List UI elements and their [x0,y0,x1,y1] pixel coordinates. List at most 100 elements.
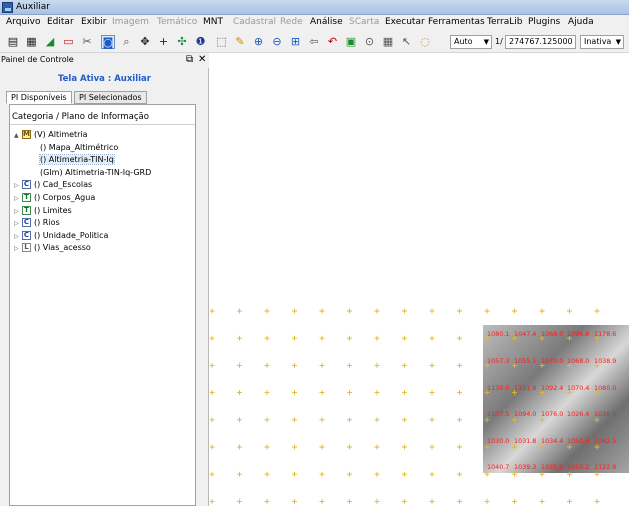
grid-point-marker [347,471,352,477]
tree-item[interactable]: ▷ C() Cad_Escolas [14,179,92,190]
map-canvas[interactable]: 1080.1 1047.4 1068.0 1096.8 1178.6 1057.3 1055… [210,53,629,506]
close-icon[interactable]: ✕ [198,54,206,65]
search-icon[interactable]: ⊙ [363,35,377,49]
add-icon[interactable]: + [157,35,171,49]
elevation-label: 1070.0 [541,357,563,365]
grid-point-marker [264,308,270,314]
elevation-raster [483,325,629,473]
grid-point-marker [347,417,352,423]
move-icon[interactable]: ✣ [175,35,189,49]
tree-item[interactable]: ▷ T() Corpos_Agua [14,192,95,203]
grid-point-marker [429,498,435,504]
collapse-icon[interactable]: ▲ [14,130,22,141]
menu-editar[interactable]: Editar [47,17,74,27]
expand-icon[interactable]: ▷ [14,231,22,242]
grid-point-marker [210,444,215,450]
grid-point-marker [457,498,462,504]
grid-point-marker [210,362,215,368]
zoom-mode-select[interactable]: Auto ▼ [450,35,492,49]
scale-input[interactable]: 274767.125000 [505,35,576,49]
elevation-label: 1030.0 [487,437,509,445]
menu-ferramentas[interactable]: Ferramentas [428,17,485,27]
grid-point-marker [292,335,297,341]
elevation-label: 1096.8 [567,330,589,338]
expand-icon[interactable]: ▷ [14,180,22,191]
tab-pi-dispon-veis[interactable]: PI Disponíveis [6,91,72,104]
grid-point-marker [237,417,242,423]
status-select[interactable]: Inativa ▼ [580,35,624,49]
menu-imagem[interactable]: Imagem [112,17,149,27]
expand-icon[interactable]: ▷ [14,243,22,254]
grid-point-marker [374,308,380,314]
layer-tree[interactable]: Categoria / Plano de Informação ▲ M (V) Al… [9,104,196,506]
menu-exibir[interactable]: Exibir [81,17,106,27]
tree-item[interactable]: () Altimetria-TIN-Iq [39,154,115,166]
expand-icon[interactable]: ▷ [14,193,22,204]
grid-point-marker [457,362,462,368]
grid-point-marker [210,471,215,477]
zoom-in-icon[interactable]: ⊕ [252,35,266,49]
tree-item[interactable]: ▷ C() Unidade_Politica [14,230,108,241]
database-icon[interactable]: ▤ [6,35,20,49]
back-icon[interactable]: ⇦ [307,35,321,49]
grid-point-marker [237,390,242,396]
elevation-label: 1068.0 [567,357,589,365]
redo-icon[interactable]: ↶ [326,35,340,49]
zoom-icon[interactable]: ⌕ [120,35,134,49]
menu-terralib[interactable]: TerraLib [487,17,523,27]
grid-point-marker [457,471,462,477]
zoom-out-icon[interactable]: ⊖ [270,35,284,49]
float-icon[interactable]: ⧉ [186,54,193,65]
grid-point-marker [402,308,407,314]
layers-icon[interactable]: ▣ [344,35,358,49]
elevation-label: 1122.6 [594,463,616,471]
category-c-icon: C [22,180,31,190]
tree-item-label: () Unidade_Politica [34,230,109,240]
category-c-icon: C [22,230,31,240]
menu-cadastral[interactable]: Cadastral [233,17,276,27]
tab-pi-selecionados[interactable]: PI Selecionados [74,91,147,104]
cut-icon[interactable]: ✂ [80,35,94,49]
menu-rede[interactable]: Rede [280,17,303,27]
menu-tem-tico[interactable]: Temático [157,17,197,27]
map-view[interactable]: 1080.1 1047.4 1068.0 1096.8 1178.6 1057.3 1055… [210,53,629,506]
expand-icon[interactable]: ▷ [14,206,22,217]
menu-executar[interactable]: Executar [385,17,425,27]
menu-scarta[interactable]: SCarta [349,17,379,27]
pencil-icon[interactable]: ✎ [233,35,247,49]
lens-icon[interactable]: ◌ [418,35,432,49]
tree-item[interactable]: (GIm) Altimetria-TIN-Iq-GRD [40,167,151,178]
window-icon[interactable]: ▭ [62,35,76,49]
table-icon[interactable]: ▦ [381,35,395,49]
grid-point-marker [237,471,242,477]
tree-item[interactable]: ▲ M (V) Altimetria [14,129,88,140]
menu-ajuda[interactable]: Ajuda [568,17,594,27]
grid-point-marker [374,471,380,477]
menu-an-lise[interactable]: Análise [310,17,343,27]
grid-icon[interactable]: ▦ [25,35,39,49]
expand-icon[interactable]: ▷ [14,218,22,229]
grid-point-marker [457,308,462,314]
grid-point-marker [347,362,352,368]
elevation-label: 1057.3 [487,357,509,365]
grid-point-marker [264,417,270,423]
elevation-label: 1042.5 [594,437,616,445]
pan-icon[interactable]: ✥ [138,35,152,49]
draw-icon[interactable]: ◢ [43,35,57,49]
tree-item[interactable]: ▷ C() Rios [14,217,60,228]
grid-point-marker [402,390,407,396]
category-l-icon: L [22,243,31,253]
elevation-label: 1130.0 [487,384,509,392]
menu-mnt[interactable]: MNT [203,17,223,27]
menu-arquivo[interactable]: Arquivo [6,17,40,27]
info-circle-icon[interactable]: ❶ [194,35,208,49]
cursor-icon[interactable]: ↖ [400,35,414,49]
select-icon[interactable]: ⬚ [215,35,229,49]
grid-point-marker [512,308,517,314]
zoom-area-icon[interactable]: ⊞ [289,35,303,49]
menu-plugins[interactable]: Plugins [528,17,560,27]
tree-item[interactable]: ▷ L() Vias_acesso [14,242,91,253]
info-icon[interactable]: ◙ [101,35,115,49]
tree-item[interactable]: ▷ T() Limites [14,205,72,216]
tree-item[interactable]: () Mapa_Altimétrico [40,142,118,153]
